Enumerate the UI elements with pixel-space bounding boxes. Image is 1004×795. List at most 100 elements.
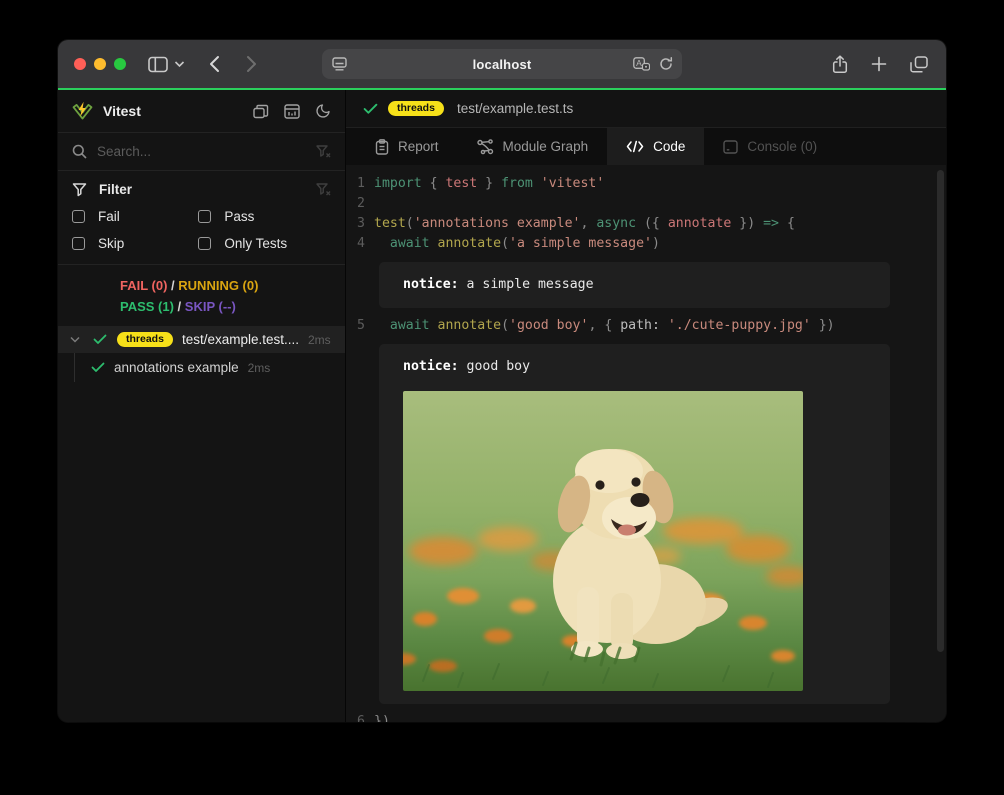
test-file-name: test/example.test.... [182,332,299,347]
svg-text:A: A [636,58,642,68]
share-icon[interactable] [832,55,848,74]
notice-label: notice: [403,359,459,374]
summary-line-1: FAIL (0) / RUNNING (0) [120,275,345,296]
sidebar-toggle-icon[interactable] [148,56,168,73]
code-text: import { test } from 'vitest' [374,174,604,194]
code-line: 4 await annotate('a simple message') [346,234,946,254]
puppy-image [403,391,803,691]
forward-button[interactable] [246,55,257,73]
test-case-name: annotations example [114,360,239,375]
pass-check-icon [93,334,107,345]
checkbox-icon [72,237,85,250]
search-bar [58,133,345,171]
view-tabs: Report Module Graph [346,128,946,165]
address-bar[interactable]: localhost A [322,49,682,79]
minimize-window-button[interactable] [94,58,106,70]
checkbox-icon [198,237,211,250]
pass-check-icon [91,362,105,373]
test-file-duration: 2ms [308,333,331,347]
reload-icon[interactable] [659,57,673,71]
report-icon [375,139,389,155]
app-title: Vitest [103,103,141,119]
search-input[interactable] [97,144,306,159]
code-icon [626,140,644,153]
pass-check-icon [363,103,378,115]
filter-checkbox-pass[interactable]: Pass [198,209,331,224]
tab-report[interactable]: Report [356,128,458,165]
tab-code-label: Code [653,139,685,154]
vitest-logo-icon [72,101,93,121]
code-line: 6 }) [346,712,946,722]
test-file-row[interactable]: threads test/example.test.... 2ms [58,326,345,353]
code-editor[interactable]: 1 import { test } from 'vitest' 2 3 test… [346,165,946,722]
code-text: await annotate('a simple message') [374,234,660,254]
back-button[interactable] [209,55,220,73]
file-header: threads test/example.test.ts [346,90,946,128]
line-number: 6 [346,712,374,722]
running-count: RUNNING (0) [178,278,258,293]
test-summary: FAIL (0) / RUNNING (0) PASS (1) / SKIP (… [58,265,345,326]
line-number: 3 [346,214,374,234]
close-window-button[interactable] [74,58,86,70]
chevron-down-icon[interactable] [70,336,80,343]
pool-badge: threads [388,101,444,117]
collapse-tests-icon[interactable] [253,104,269,119]
editor-scrollbar[interactable] [937,170,944,652]
test-case-row[interactable]: annotations example 2ms [58,353,345,382]
tab-console-label: Console (0) [747,139,817,154]
notice-message: good boy [459,359,530,374]
notice-label: notice: [403,277,459,292]
code-text: test('annotations example', async ({ ann… [374,214,795,234]
search-icon [72,144,87,159]
annotation-notice-with-attachment: notice: good boy [379,344,890,704]
filter-checkbox-fail[interactable]: Fail [72,209,198,224]
notice-message: a simple message [459,277,594,292]
tab-module-graph-label: Module Graph [503,139,589,154]
filter-section: Filter Fail Pass [58,171,345,265]
filter-label-pass: Pass [224,209,254,224]
module-graph-icon [477,139,494,155]
filter-label-fail: Fail [98,209,120,224]
sidebar-header: Vitest [58,90,345,133]
code-line: 3 test('annotations example', async ({ a… [346,214,946,234]
checkbox-icon [72,210,85,223]
clear-search-filter-icon[interactable] [316,145,331,159]
new-tab-icon[interactable] [871,55,887,74]
chevron-down-icon[interactable] [174,60,185,68]
tab-report-label: Report [398,139,439,154]
pass-count: PASS (1) [120,299,174,314]
clear-filter-icon[interactable] [316,183,331,197]
pool-badge: threads [117,332,173,348]
summary-line-2: PASS (1) / SKIP (--) [120,296,345,317]
tab-overview-icon[interactable] [910,55,928,74]
funnel-icon [72,183,87,197]
open-file-name: test/example.test.ts [457,101,573,116]
tab-code[interactable]: Code [607,128,704,165]
filter-label-only-tests: Only Tests [224,236,287,251]
tab-module-graph[interactable]: Module Graph [458,128,608,165]
traffic-lights [74,58,126,70]
dark-mode-moon-icon[interactable] [315,103,331,119]
skip-count: SKIP (--) [185,299,236,314]
code-line: 1 import { test } from 'vitest' [346,174,946,194]
code-line: 5 await annotate('good boy', { path: './… [346,316,946,336]
code-text: }) [374,712,390,722]
zoom-window-button[interactable] [114,58,126,70]
filter-checkbox-skip[interactable]: Skip [72,236,198,251]
website-settings-icon[interactable] [332,57,347,71]
line-number: 2 [346,194,374,214]
url-text: localhost [473,57,532,72]
line-number: 4 [346,234,374,254]
dashboard-icon[interactable] [284,104,300,119]
line-number: 5 [346,316,374,336]
annotation-notice: notice: a simple message [379,262,890,308]
browser-window: localhost A [58,40,946,722]
checkbox-icon [198,210,211,223]
filter-checkbox-only-tests[interactable]: Only Tests [198,236,331,251]
main-panel: threads test/example.test.ts Report [346,90,946,722]
console-icon [723,140,738,154]
tab-console[interactable]: Console (0) [704,128,836,165]
translate-icon[interactable]: A [633,57,650,71]
browser-toolbar: localhost A [58,40,946,88]
code-text: await annotate('good boy', { path: './cu… [374,316,835,336]
